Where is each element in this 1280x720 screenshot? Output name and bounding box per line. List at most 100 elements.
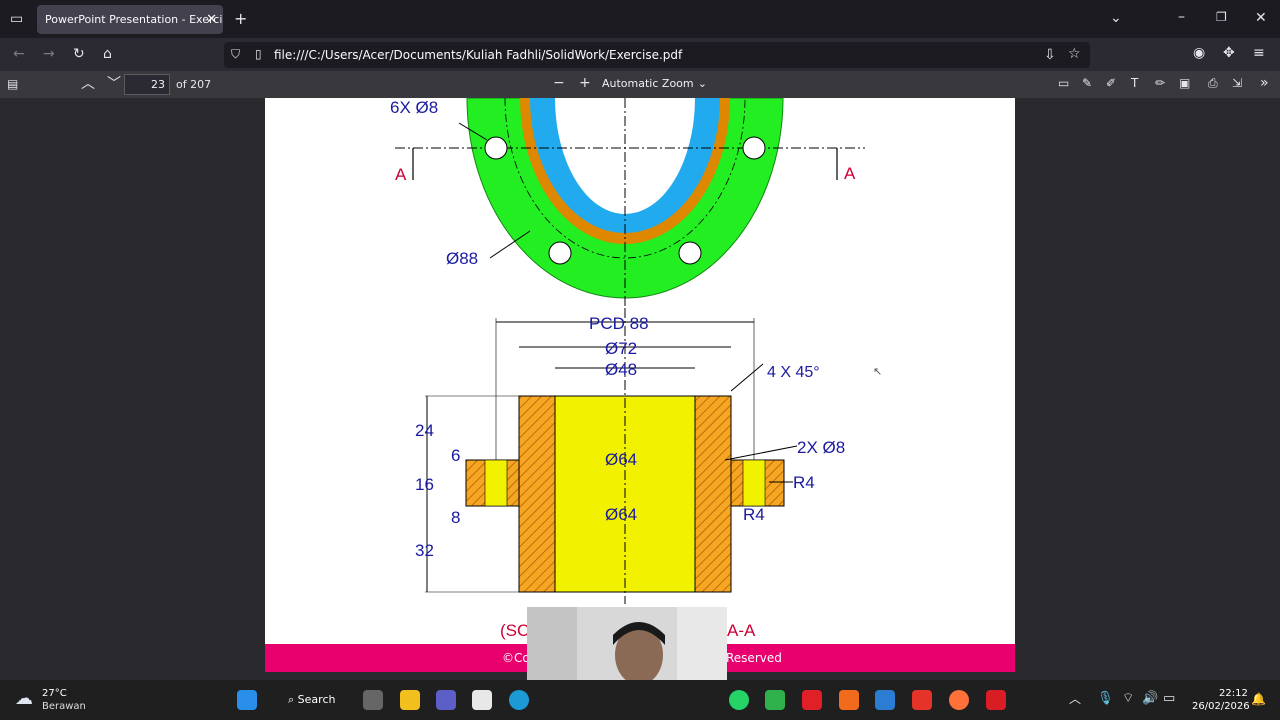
mouse-cursor-icon: ↖ [873, 365, 883, 378]
tab-active[interactable]: PowerPoint Presentation - Exercise.pdf ✕ [37, 5, 223, 34]
chevron-down-icon: ⌄ [697, 77, 707, 90]
zoom-out-icon[interactable]: − [553, 76, 565, 90]
url-bar[interactable]: ⛉ ▯ file:///C:/Users/Acer/Documents/Kuli… [224, 42, 1090, 68]
reload-icon[interactable]: ↻ [73, 47, 85, 61]
save-icon[interactable]: ⇲ [1232, 77, 1242, 89]
zoom-in-icon[interactable]: + [579, 76, 591, 90]
engineering-drawing: 6X Ø8 A A Ø88 PCD 88 Ø72 Ø48 4 X 45° 2X … [390, 98, 865, 640]
label-64-a: Ø64 [605, 450, 637, 469]
dim-16: 16 [415, 475, 434, 494]
dim-32: 32 [415, 541, 434, 560]
forward-icon[interactable]: → [43, 47, 55, 61]
minimize-icon[interactable]: – [1178, 10, 1185, 24]
url-text[interactable]: file:///C:/Users/Acer/Documents/Kuliah F… [274, 48, 682, 62]
signature-icon[interactable]: ✎ [1082, 77, 1092, 89]
wifi-icon[interactable]: ⌔ [1122, 692, 1134, 705]
dim-24: 24 [415, 421, 434, 440]
bookmark-star-icon[interactable]: ☆ [1068, 47, 1081, 61]
wps-icon[interactable] [912, 690, 932, 710]
battery-icon[interactable]: ▭ [1163, 692, 1175, 705]
whatsapp-icon[interactable] [729, 690, 749, 710]
back-icon[interactable]: ← [13, 47, 25, 61]
dim-8: 8 [451, 508, 460, 527]
sidebar-toggle-icon[interactable]: ▤ [7, 78, 18, 90]
tray-chevron-up-icon[interactable]: ︿ [1069, 693, 1081, 705]
label-chamfer: 4 X 45° [767, 364, 820, 381]
file-explorer-icon[interactable] [400, 690, 420, 710]
solidworks-icon[interactable] [986, 690, 1006, 710]
volume-icon[interactable]: 🔊 [1142, 692, 1158, 705]
tab-title: PowerPoint Presentation - Exercise.pdf [45, 13, 223, 26]
previous-page-icon[interactable]: ︿ [81, 77, 95, 91]
firefox-icon[interactable] [949, 690, 969, 710]
label-r4-b: R4 [743, 505, 765, 524]
pdf-page: 6X Ø8 A A Ø88 PCD 88 Ø72 Ø48 4 X 45° 2X … [265, 98, 1015, 672]
page-number-input[interactable]: 23 [124, 74, 170, 95]
label-72: Ø72 [605, 339, 637, 358]
chevron-down-icon[interactable]: ⌄ [1110, 11, 1122, 25]
weather-icon[interactable]: ☁ [15, 690, 33, 708]
shield-icon[interactable]: ⛉ [231, 48, 240, 60]
extensions-icon[interactable]: ✥ [1223, 46, 1235, 60]
footer-text-left: ©Co [502, 651, 530, 665]
task-view-icon[interactable] [363, 690, 383, 710]
start-icon[interactable] [237, 690, 257, 710]
phone-link-icon[interactable] [765, 690, 785, 710]
dim-6: 6 [451, 446, 460, 465]
autocad-icon[interactable] [802, 690, 822, 710]
fusion-icon[interactable] [839, 690, 859, 710]
tab-bar: ▭ PowerPoint Presentation - Exercise.pdf… [0, 0, 1280, 38]
print-icon[interactable]: ⎙ [1208, 77, 1218, 89]
page-icon: ▯ [255, 47, 262, 61]
edge-icon[interactable] [509, 690, 529, 710]
comment-icon[interactable]: ▭ [1058, 77, 1069, 89]
label-r4-a: R4 [793, 473, 815, 492]
search-label: Search [297, 693, 336, 706]
zoom-select[interactable]: Automatic Zoom ⌄ [597, 74, 713, 95]
top-view [395, 98, 865, 308]
zoom-value: Automatic Zoom [602, 77, 694, 90]
account-icon[interactable]: ◉ [1193, 46, 1205, 60]
search-icon: ⌕ [288, 693, 295, 706]
page-total: of 207 [176, 78, 212, 91]
pdf-toolbar: ▤ ︿ ﹀ 23 of 207 − + Automatic Zoom ⌄ ▭ ✎… [0, 71, 1280, 98]
nav-bar: ← → ↻ ⌂ ⛉ ▯ file:///C:/Users/Acer/Docume… [0, 38, 1280, 71]
clock-time[interactable]: 22:12 [1219, 688, 1248, 699]
more-tools-icon[interactable]: » [1260, 76, 1269, 90]
label-a-right: A [844, 164, 856, 183]
home-icon[interactable]: ⌂ [103, 47, 112, 61]
microphone-icon[interactable]: 🎙 [1097, 692, 1114, 705]
label-2x8: 2X Ø8 [797, 438, 845, 457]
image-icon[interactable]: ▣ [1179, 77, 1190, 89]
section-title-left: (SC [500, 621, 529, 640]
tab-list-icon[interactable]: ▭ [10, 12, 23, 26]
pdf-viewer[interactable]: 6X Ø8 A A Ø88 PCD 88 Ø72 Ø48 4 X 45° 2X … [0, 98, 1280, 680]
close-tab-icon[interactable]: ✕ [206, 5, 217, 34]
label-a-left: A [395, 165, 407, 184]
search-box[interactable]: ⌕ Search [278, 688, 348, 712]
notification-bell-icon[interactable]: 🔔 [1251, 693, 1266, 705]
maximize-icon[interactable]: ❐ [1216, 11, 1227, 23]
label-pcd: PCD 88 [589, 314, 649, 333]
draw-icon[interactable]: ✏ [1155, 77, 1165, 89]
weather-temp[interactable]: 27°C [42, 688, 67, 699]
highlight-icon[interactable]: ✐ [1106, 77, 1116, 89]
word-icon[interactable] [875, 690, 895, 710]
download-icon[interactable]: ⇩ [1044, 48, 1056, 62]
store-icon[interactable] [472, 690, 492, 710]
label-6x8: 6X Ø8 [390, 98, 438, 117]
footer-text-right: Reserved [726, 651, 782, 665]
menu-icon[interactable]: ≡ [1253, 46, 1265, 60]
clock-date[interactable]: 26/02/2026 [1192, 701, 1250, 712]
next-page-icon[interactable]: ﹀ [107, 77, 121, 91]
weather-desc[interactable]: Berawan [42, 701, 86, 712]
taskbar: ☁ 27°C Berawan ⌕ Search ︿ 🎙 ⌔ 🔊 ▭ 22:12 … [0, 680, 1280, 720]
label-64-b: Ø64 [605, 505, 637, 524]
new-tab-icon[interactable]: + [234, 11, 247, 27]
label-88: Ø88 [446, 249, 478, 268]
close-window-icon[interactable]: ✕ [1255, 11, 1267, 25]
text-icon[interactable]: T [1131, 77, 1138, 89]
label-48: Ø48 [605, 360, 637, 379]
teams-icon[interactable] [436, 690, 456, 710]
section-title-right: A-A [727, 621, 756, 640]
